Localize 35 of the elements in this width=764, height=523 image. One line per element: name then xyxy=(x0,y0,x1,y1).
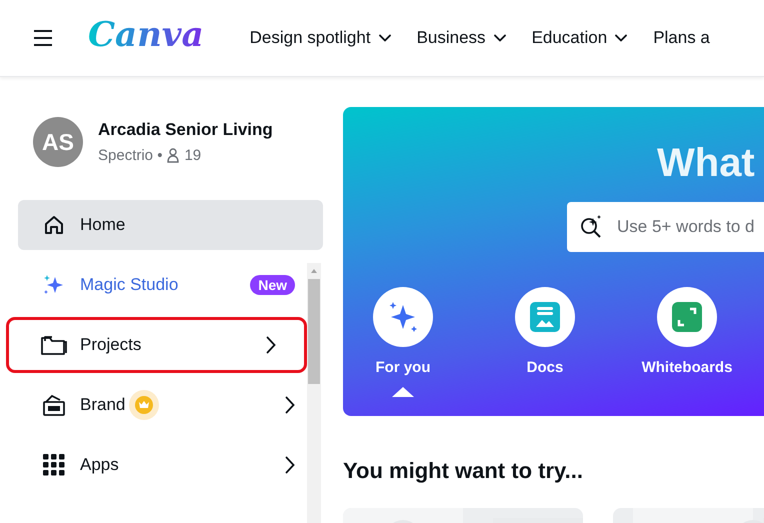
chevron-right-icon xyxy=(266,336,276,354)
chevron-down-icon xyxy=(378,34,391,42)
tab-indicator xyxy=(392,387,414,397)
team-subtitle: Spectrio • xyxy=(98,147,162,164)
new-badge: New xyxy=(250,275,295,295)
category-tab[interactable]: For you xyxy=(343,287,463,397)
nav-menu-item[interactable]: Business xyxy=(416,28,506,48)
sidebar-item[interactable]: Apps xyxy=(18,440,323,490)
member-count: 19 xyxy=(184,147,202,164)
team-name: Arcadia Senior Living xyxy=(98,120,273,140)
person-icon xyxy=(167,148,180,163)
category-tab[interactable]: Docs xyxy=(485,287,605,397)
search-bar[interactable]: Use 5+ words to d xyxy=(567,202,764,252)
sidebar-item[interactable]: Home xyxy=(18,200,323,250)
whiteboard-icon xyxy=(672,302,702,332)
chevron-right-icon xyxy=(285,396,295,414)
scrollbar[interactable] xyxy=(307,263,321,523)
folder-icon xyxy=(40,333,68,357)
sidebar-item[interactable]: Magic Studio New xyxy=(18,260,323,310)
nav-menu-item[interactable]: Education xyxy=(532,28,628,48)
hero-title: What xyxy=(657,141,756,186)
nav-menu-item[interactable]: Plans a xyxy=(653,28,710,48)
sidebar-item[interactable]: Projects xyxy=(9,320,304,370)
crown-icon xyxy=(135,396,154,414)
doc-icon xyxy=(530,302,560,332)
chevron-right-icon xyxy=(285,456,295,474)
category-tab[interactable]: Whiteboards xyxy=(627,287,747,397)
nav-menu-item[interactable]: Design spotlight xyxy=(250,28,391,48)
home-icon xyxy=(42,213,66,237)
apps-grid-icon xyxy=(43,454,65,476)
chevron-down-icon xyxy=(494,34,506,42)
chevron-down-icon xyxy=(615,34,628,42)
sidebar-item[interactable]: Brand xyxy=(18,380,323,430)
section-heading: You might want to try... xyxy=(343,458,584,484)
brand-kit-icon xyxy=(41,392,67,418)
